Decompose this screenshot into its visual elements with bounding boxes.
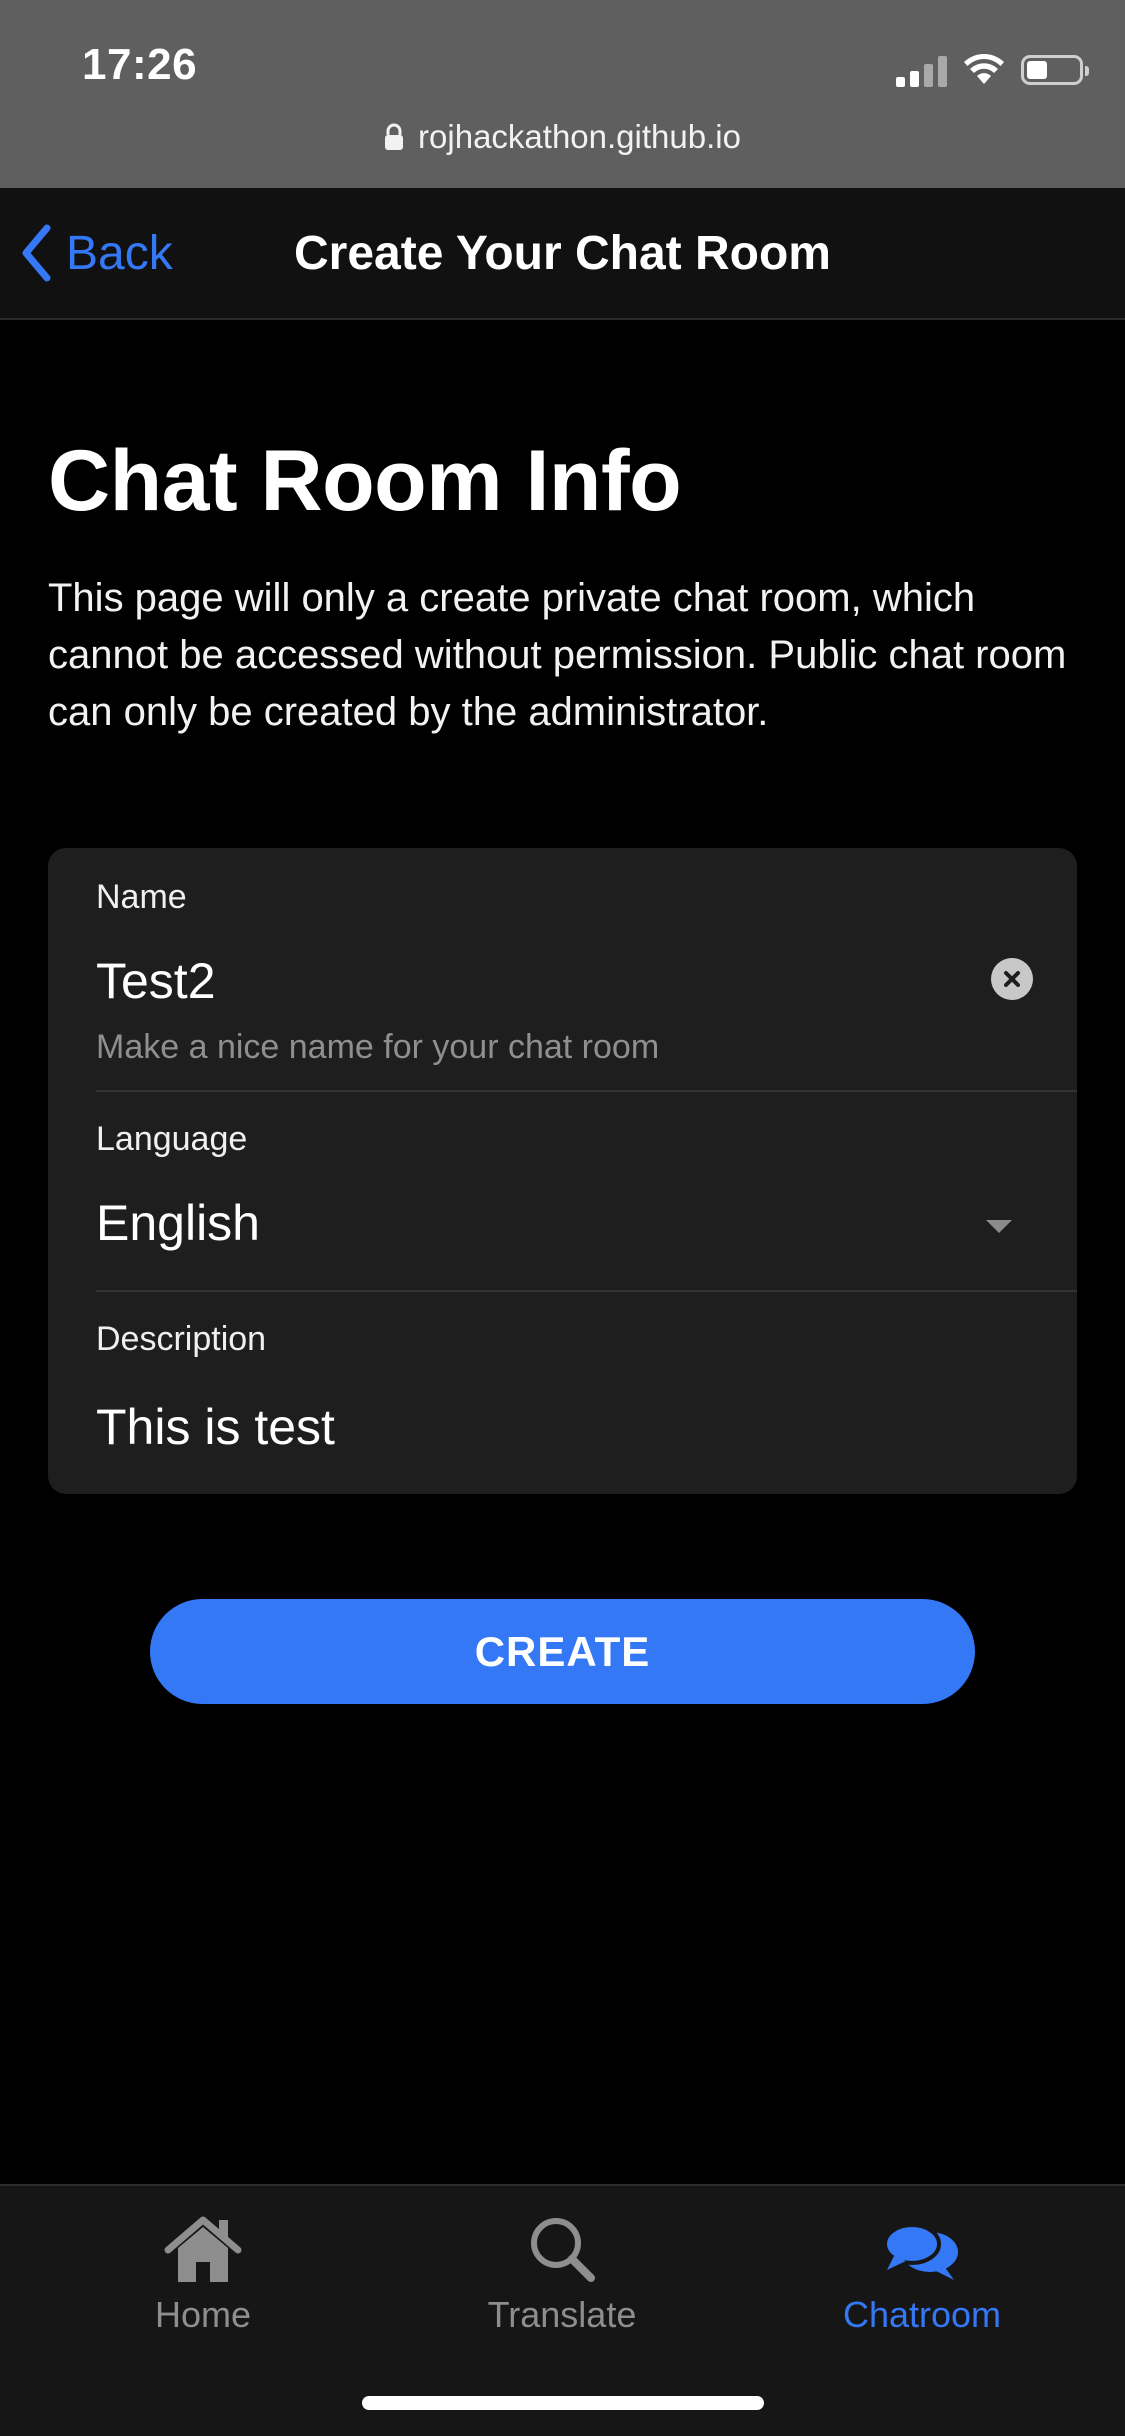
tab-chatroom[interactable]: Chatroom — [772, 2204, 1072, 2336]
status-bar: 17:26 rojhackathon.github.io — [0, 0, 1125, 188]
address-bar[interactable]: rojhackathon.github.io — [0, 118, 1125, 156]
search-icon — [531, 2218, 595, 2282]
url-text: rojhackathon.github.io — [418, 118, 741, 155]
home-icon — [164, 2216, 242, 2282]
battery-icon — [1021, 55, 1089, 85]
navigation-bar: Back Create Your Chat Room — [0, 188, 1125, 320]
create-button[interactable]: CREATE — [150, 1599, 975, 1704]
clear-name-button[interactable] — [991, 958, 1033, 1000]
tab-translate-label: Translate — [487, 2294, 637, 2335]
name-input[interactable]: Test2 — [96, 952, 216, 1010]
description-input[interactable]: This is test — [96, 1398, 335, 1456]
status-time: 17:26 — [82, 40, 198, 89]
divider — [96, 1090, 1077, 1092]
nav-title: Create Your Chat Room — [294, 227, 831, 280]
description-label: Description — [96, 1320, 267, 1358]
tab-home[interactable]: Home — [53, 2204, 353, 2336]
close-icon — [1004, 971, 1020, 987]
tab-translate[interactable]: Translate — [412, 2204, 712, 2336]
tab-home-label: Home — [154, 2294, 252, 2335]
divider — [96, 1290, 1077, 1292]
name-label: Name — [96, 878, 187, 916]
chat-bubbles-icon — [884, 2223, 958, 2280]
lock-icon — [385, 123, 404, 150]
wifi-icon — [964, 54, 1004, 84]
screen: 17:26 rojhackathon.github.io Back Create… — [0, 0, 1125, 2436]
chat-room-form: Name Test2 Make a nice name for your cha… — [48, 848, 1077, 1494]
home-indicator — [362, 2396, 764, 2410]
language-label: Language — [96, 1120, 248, 1158]
name-hint: Make a nice name for your chat room — [96, 1028, 660, 1066]
status-icons — [896, 50, 1089, 90]
language-select[interactable]: English — [96, 1194, 260, 1252]
tab-chatroom-label: Chatroom — [842, 2294, 1002, 2335]
page-title: Chat Room Info — [48, 433, 682, 529]
chevron-down-icon[interactable] — [986, 1220, 1012, 1233]
intro-text: This page will only a create private cha… — [48, 576, 1067, 734]
signal-icon — [896, 53, 947, 87]
